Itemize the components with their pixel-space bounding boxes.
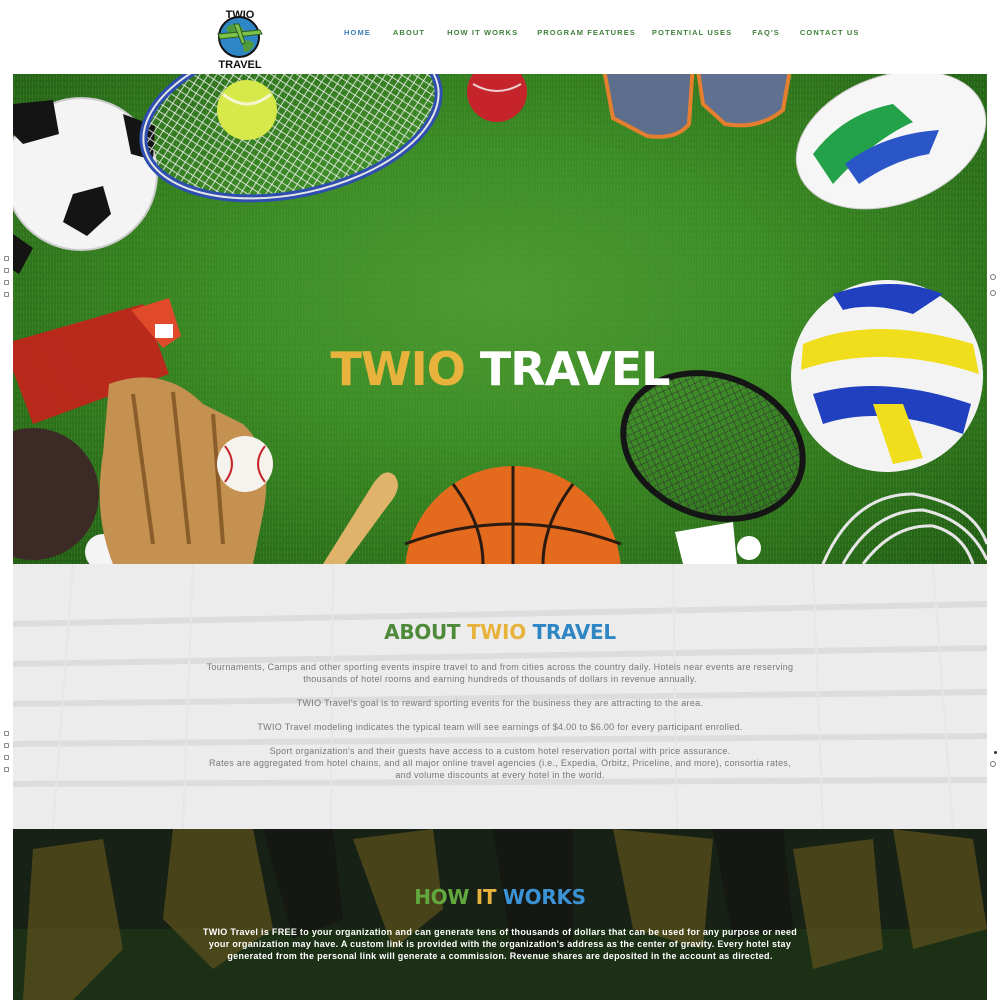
about-paragraph-1: Tournaments, Camps and other sporting ev… <box>206 662 794 684</box>
how-it-works-title: HOW IT WORKS <box>13 885 987 909</box>
section-dot[interactable] <box>4 755 9 760</box>
section-dot[interactable] <box>4 731 9 736</box>
tennis-ball-icon <box>217 80 277 140</box>
how-title-word-3: WORKS <box>502 885 586 909</box>
svg-text:TWIO: TWIO <box>226 9 255 21</box>
site-header: TWIO TRAVEL HOME ABOUT HOW IT WORKS PROG… <box>0 0 1000 74</box>
section-dot[interactable] <box>4 256 9 261</box>
sports-equipment-illustration <box>13 74 987 564</box>
right-slider-dot[interactable] <box>990 290 996 296</box>
about-paragraph-4: Sport organization's and their guests ha… <box>269 746 731 756</box>
how-it-works-text: TWIO Travel is FREE to your organization… <box>202 927 798 961</box>
about-title-word-1: ABOUT <box>384 620 461 644</box>
baseball-icon <box>217 436 273 492</box>
section-dot[interactable] <box>4 767 9 772</box>
nav-program-features[interactable]: PROGRAM FEATURES <box>537 28 636 37</box>
how-title-word-1: HOW <box>414 885 470 909</box>
about-title-word-3: TRAVEL <box>532 620 617 644</box>
section-dot[interactable] <box>4 292 9 297</box>
svg-text:TRAVEL: TRAVEL <box>218 59 261 70</box>
football-players-background-image <box>13 829 987 1000</box>
right-slider-dot-active[interactable] <box>994 751 997 754</box>
how-title-word-2: IT <box>475 885 497 909</box>
globe-airplane-icon: TWIO TRAVEL <box>217 9 263 71</box>
nav-potential-uses[interactable]: POTENTIAL USES <box>652 28 732 37</box>
hero-banner: TWIO TRAVEL <box>13 74 987 564</box>
right-slider-dot[interactable] <box>990 274 996 280</box>
about-paragraph-5: Rates are aggregated from hotel chains, … <box>209 758 791 780</box>
about-title-word-2: TWIO <box>466 620 526 644</box>
site-logo[interactable]: TWIO TRAVEL <box>212 4 268 71</box>
section-dot[interactable] <box>4 268 9 273</box>
hero-title-travel: TRAVEL <box>479 342 671 396</box>
nav-faqs[interactable]: FAQ'S <box>752 28 780 37</box>
about-section: ABOUT TWIO TRAVEL Tournaments, Camps and… <box>13 564 987 829</box>
nav-about[interactable]: ABOUT <box>393 28 425 37</box>
nav-home[interactable]: HOME <box>344 28 371 37</box>
main-nav: HOME ABOUT HOW IT WORKS PROGRAM FEATURES… <box>344 28 860 37</box>
nav-how-it-works[interactable]: HOW IT WORKS <box>447 28 518 37</box>
about-title: ABOUT TWIO TRAVEL <box>13 620 987 644</box>
right-slider-dot[interactable] <box>990 761 996 767</box>
how-it-works-section: HOW IT WORKS TWIO Travel is FREE to your… <box>13 829 987 1000</box>
section-dot[interactable] <box>4 280 9 285</box>
section-dot[interactable] <box>4 743 9 748</box>
about-paragraph-3: TWIO Travel modeling indicates the typic… <box>257 722 743 732</box>
left-section-dots-top <box>4 256 9 297</box>
hero-title: TWIO TRAVEL <box>13 342 987 396</box>
about-paragraph-2: TWIO Travel's goal is to reward sporting… <box>296 698 704 708</box>
hero-title-twio: TWIO <box>330 342 466 396</box>
left-section-dots-bottom <box>4 731 9 772</box>
nav-contact-us[interactable]: CONTACT US <box>800 28 860 37</box>
